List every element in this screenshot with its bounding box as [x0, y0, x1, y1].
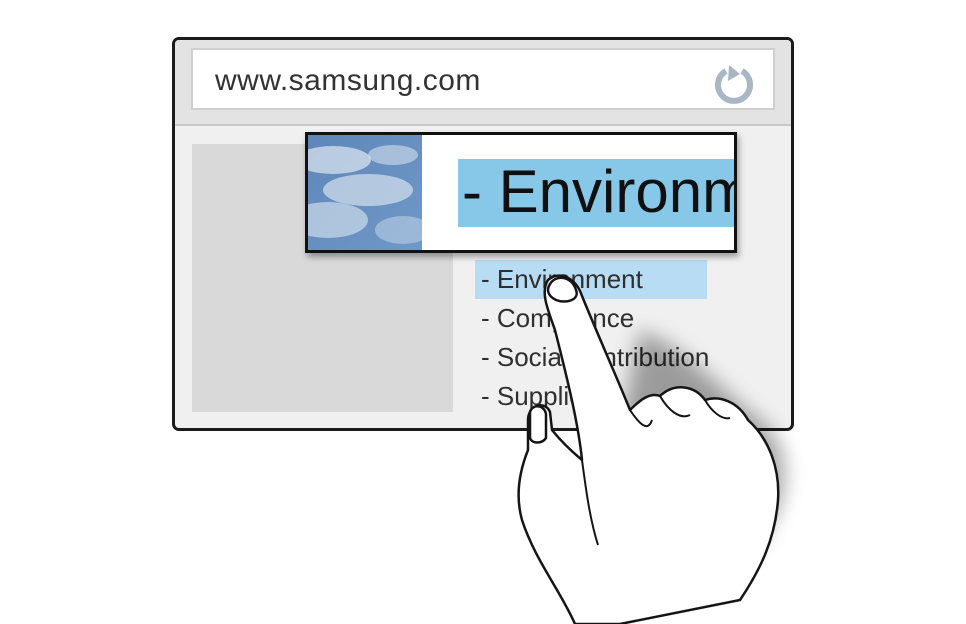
url-text: www.samsung.com: [215, 64, 481, 97]
magnifier-popup: - Environm: [305, 132, 737, 253]
list-item[interactable]: - Compliance: [475, 299, 709, 338]
link-list: - Environment - Compliance - Social cont…: [475, 260, 709, 416]
list-item[interactable]: - Environment: [475, 260, 707, 299]
list-item[interactable]: - Social contribution: [475, 338, 709, 377]
sky-image: [308, 135, 422, 250]
reload-icon[interactable]: [711, 62, 757, 108]
browser-toolbar: www.samsung.com: [175, 40, 791, 126]
address-bar[interactable]: www.samsung.com: [191, 48, 775, 110]
magnified-text: - Environm: [462, 158, 737, 225]
list-item[interactable]: - Supplier: [475, 377, 709, 416]
